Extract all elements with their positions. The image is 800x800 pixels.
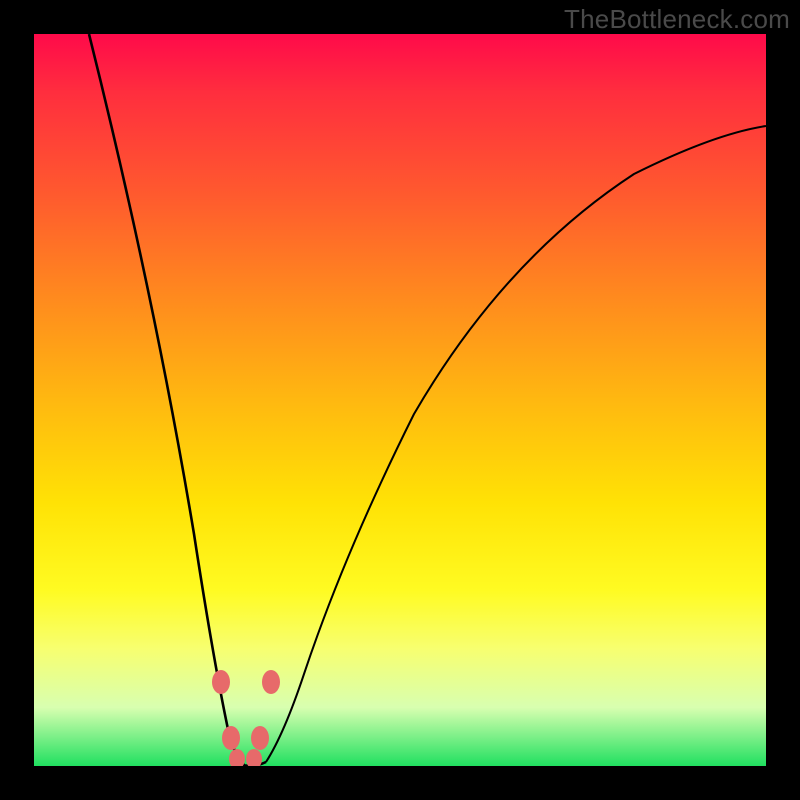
marker-left-upper [212, 670, 230, 694]
marker-left-lower [222, 726, 240, 750]
marker-right-upper [262, 670, 280, 694]
right-branch-path [266, 126, 766, 762]
plot-area [34, 34, 766, 766]
curve-layer [34, 34, 766, 766]
chart-frame: TheBottleneck.com [0, 0, 800, 800]
marker-bottom-right [246, 749, 262, 766]
watermark-text: TheBottleneck.com [564, 4, 790, 35]
marker-bottom-left [229, 749, 245, 766]
marker-right-lower [251, 726, 269, 750]
left-branch-path [89, 34, 244, 765]
